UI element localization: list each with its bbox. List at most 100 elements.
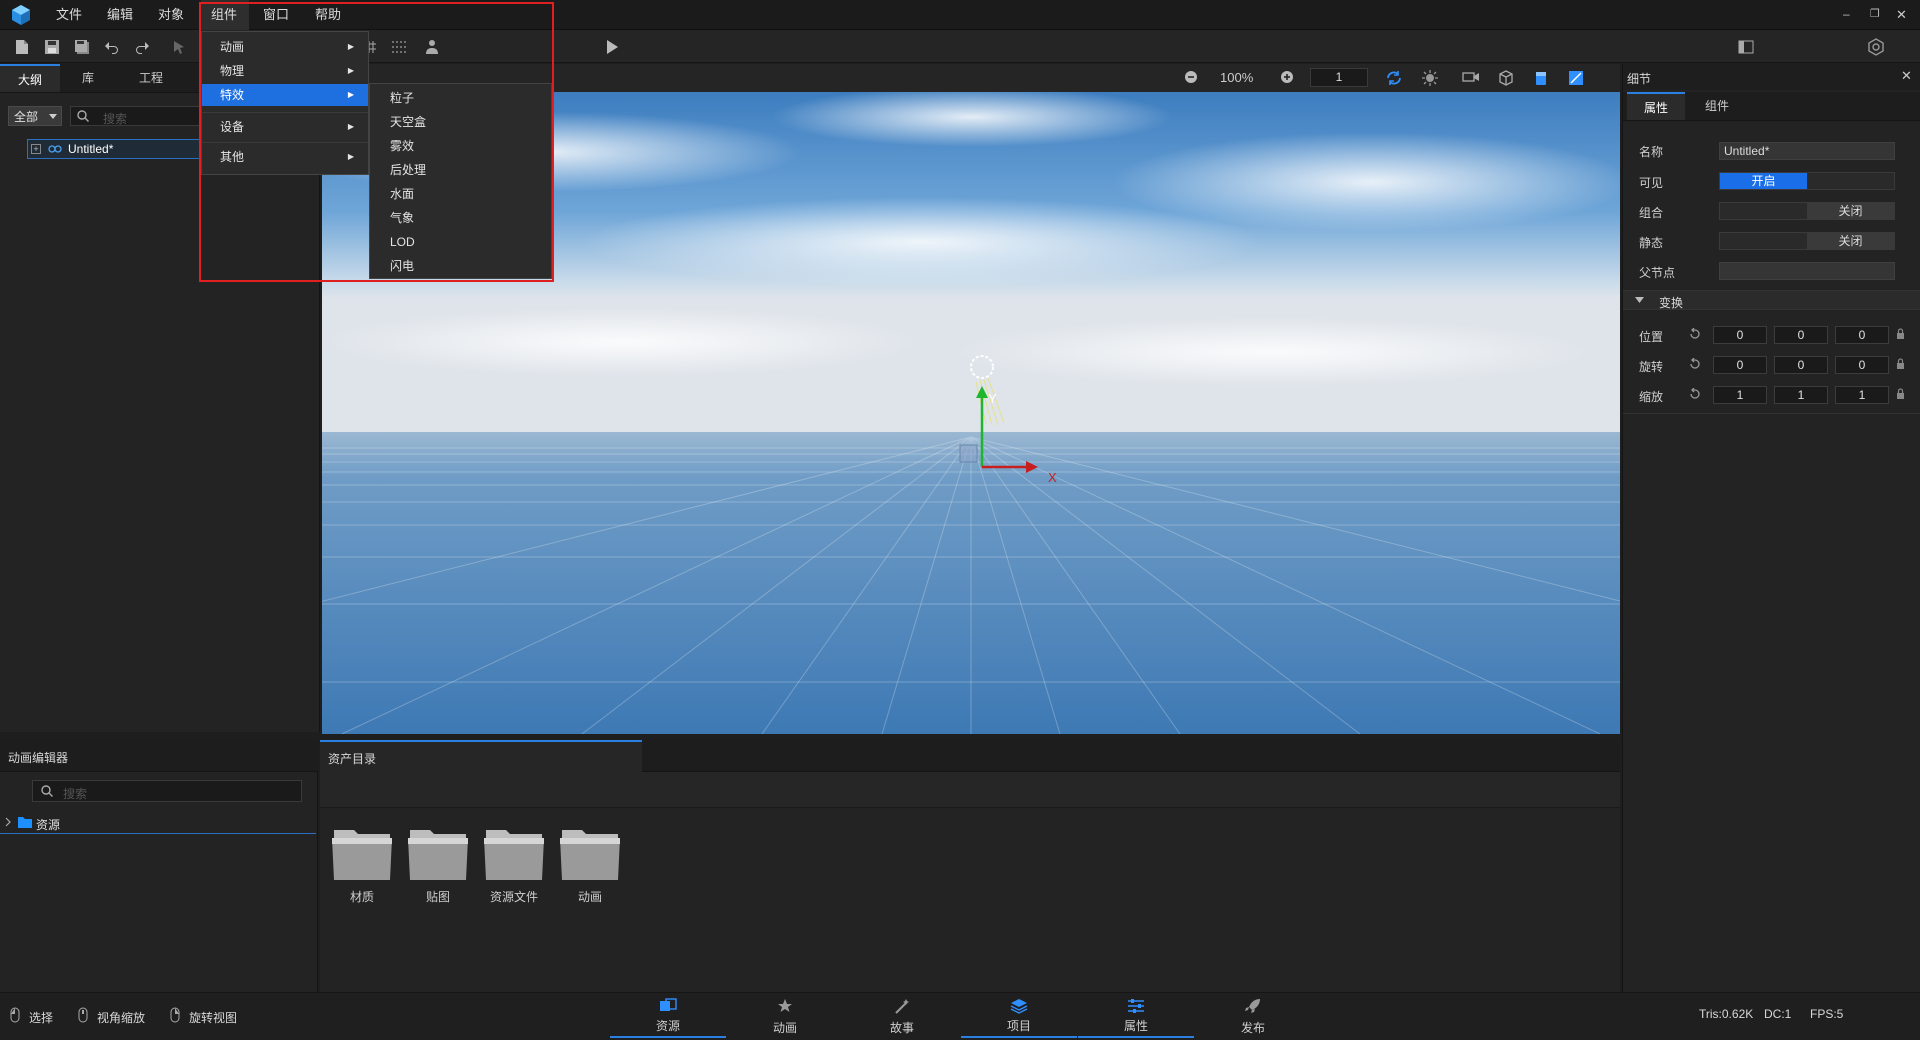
submenu-item-lightning[interactable]: 闪电 [370, 254, 551, 278]
rotation-x[interactable]: 0 [1713, 356, 1767, 374]
name-label: 名称 [1639, 145, 1664, 159]
close-button[interactable]: ✕ [1896, 7, 1907, 23]
submenu-item-postprocess[interactable]: 后处理 [370, 158, 551, 182]
bottom-tab-story[interactable]: 故事 [844, 992, 960, 1038]
menu-window[interactable]: 窗口 [253, 0, 299, 30]
tab-components[interactable]: 组件 [1687, 92, 1747, 120]
tree-item-label: 资源 [36, 818, 61, 832]
hint-zoom: 视角缩放 [97, 1011, 146, 1025]
bottom-tab-label: 属性 [1123, 1019, 1148, 1033]
menu-component[interactable]: 组件 [201, 0, 249, 30]
submenu-item-particles[interactable]: 粒子 [370, 86, 551, 110]
rotation-z[interactable]: 0 [1835, 356, 1889, 374]
bottom-tab-publish[interactable]: 发布 [1195, 992, 1311, 1038]
menu-edit[interactable]: 编辑 [97, 0, 143, 30]
bottom-tab-animation[interactable]: 动画 [727, 992, 843, 1038]
group-toggle[interactable]: 关闭 [1719, 202, 1895, 220]
tab-properties[interactable]: 属性 [1627, 92, 1685, 120]
tab-library[interactable]: 库 [60, 64, 116, 92]
reset-rotation-icon[interactable] [1689, 358, 1701, 370]
submenu-item-weather[interactable]: 气象 [370, 206, 551, 230]
tab-outline[interactable]: 大纲 [0, 64, 60, 92]
camera-icon[interactable] [1462, 71, 1480, 83]
details-panel: 细节 ✕ 属性 组件 名称 Untitled* 可见 开启 组合 关闭 静态 关… [1622, 64, 1920, 992]
tree-item-assets[interactable]: 资源 [0, 812, 316, 834]
folder-materials[interactable]: 材质 [330, 826, 394, 905]
bottom-tab-properties[interactable]: 属性 [1078, 992, 1194, 1038]
undo-icon[interactable] [101, 36, 123, 58]
transform-section-header[interactable]: 变换 [1623, 290, 1920, 310]
position-x[interactable]: 0 [1713, 326, 1767, 344]
reset-position-icon[interactable] [1689, 328, 1701, 340]
menu-help[interactable]: 帮助 [305, 0, 351, 30]
cube-view-icon[interactable] [1498, 70, 1514, 86]
position-z[interactable]: 0 [1835, 326, 1889, 344]
lock-icon[interactable] [1896, 388, 1905, 399]
menu-item-devices[interactable]: 设备 ▶ [202, 116, 368, 138]
settings-hex-icon[interactable] [1865, 36, 1887, 58]
menu-object[interactable]: 对象 [148, 0, 194, 30]
parent-field[interactable] [1719, 262, 1895, 280]
layout-panel-icon[interactable] [1735, 36, 1757, 58]
redo-icon[interactable] [131, 36, 153, 58]
component-menu: 动画 ▶ 物理 ▶ 特效 ▶ 设备 ▶ 其他 ▶ [201, 31, 369, 175]
transform-section-title: 变换 [1659, 296, 1684, 310]
lock-icon[interactable] [1896, 328, 1905, 339]
zoom-in-icon[interactable] [1280, 70, 1294, 84]
step-input[interactable]: 1 [1310, 68, 1368, 87]
menu-file[interactable]: 文件 [46, 0, 92, 30]
submenu-item-fog[interactable]: 雾效 [370, 134, 551, 158]
save-icon[interactable] [41, 36, 63, 58]
play-icon[interactable] [601, 36, 623, 58]
menu-item-effects[interactable]: 特效 ▶ [202, 84, 368, 106]
snap-grid-icon[interactable] [388, 36, 410, 58]
bottom-tab-label: 项目 [1006, 1019, 1031, 1033]
folder-icon [484, 830, 544, 880]
menu-item-other[interactable]: 其他 ▶ [202, 146, 368, 168]
submenu-item-water[interactable]: 水面 [370, 182, 551, 206]
submenu-item-skybox[interactable]: 天空盒 [370, 110, 551, 134]
close-icon[interactable]: ✕ [1901, 68, 1912, 84]
zoom-out-icon[interactable] [1184, 70, 1198, 84]
static-toggle[interactable]: 关闭 [1719, 232, 1895, 250]
tab-project[interactable]: 工程 [120, 64, 182, 92]
search-icon [77, 110, 89, 122]
new-file-icon[interactable] [11, 36, 33, 58]
minimize-button[interactable]: – [1843, 7, 1850, 21]
tab-asset-directory[interactable]: 资产目录 [320, 740, 642, 772]
outline-filter-dropdown[interactable]: 全部 [8, 106, 62, 126]
snap-toggle-icon[interactable] [1386, 70, 1402, 86]
bottom-tab-resources[interactable]: 资源 [610, 992, 726, 1038]
folder-label: 资源文件 [489, 890, 538, 904]
folder-textures[interactable]: 贴图 [406, 826, 470, 905]
scale-x[interactable]: 1 [1713, 386, 1767, 404]
static-off-state: 关闭 [1807, 233, 1894, 249]
fullscreen-icon[interactable] [1568, 70, 1584, 86]
lock-icon[interactable] [1896, 358, 1905, 369]
tree-item-untitled[interactable]: + Untitled* [27, 139, 200, 159]
select-arrow-icon[interactable] [168, 36, 190, 58]
save-all-icon[interactable] [71, 36, 93, 58]
position-y[interactable]: 0 [1774, 326, 1828, 344]
visible-toggle[interactable]: 开启 [1719, 172, 1895, 190]
bucket-view-icon[interactable] [1534, 70, 1548, 86]
outline-search-input[interactable]: 搜索 [70, 106, 200, 126]
menu-item-physics[interactable]: 物理 ▶ [202, 60, 368, 82]
restore-button[interactable]: ❐ [1870, 7, 1880, 20]
name-field[interactable]: Untitled* [1719, 142, 1895, 160]
scale-z[interactable]: 1 [1835, 386, 1889, 404]
submenu-item-lod[interactable]: LOD [370, 230, 551, 254]
bottom-tab-project[interactable]: 项目 [961, 992, 1077, 1038]
light-icon[interactable] [1422, 70, 1438, 86]
folder-animations[interactable]: 动画 [558, 826, 622, 905]
scale-y[interactable]: 1 [1774, 386, 1828, 404]
expand-icon[interactable]: + [31, 144, 41, 154]
character-icon[interactable] [421, 36, 443, 58]
folder-icon [560, 830, 620, 880]
folder-resource-files[interactable]: 资源文件 [482, 826, 546, 905]
reset-scale-icon[interactable] [1689, 388, 1701, 400]
anim-search-input[interactable]: 搜索 [32, 780, 302, 802]
menu-item-animation[interactable]: 动画 ▶ [202, 36, 368, 58]
caret-right-icon: ▶ [347, 122, 354, 131]
rotation-y[interactable]: 0 [1774, 356, 1828, 374]
